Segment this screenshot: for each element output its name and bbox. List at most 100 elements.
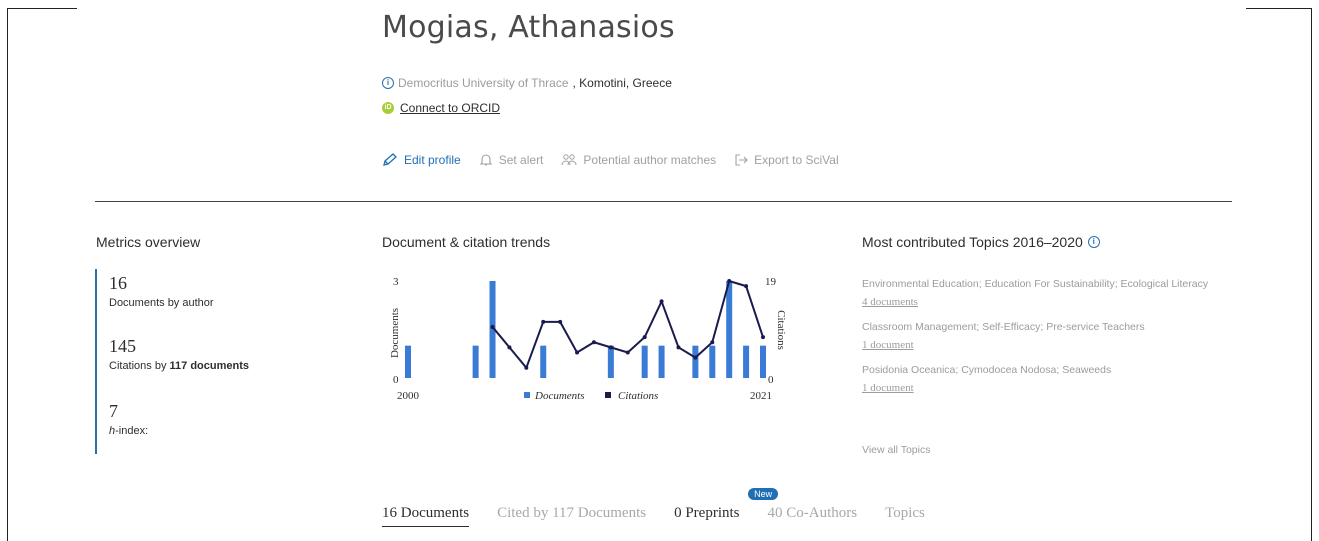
topic-document-count-link[interactable]: 1 document <box>862 382 1212 394</box>
topic-item: Classroom Management; Self-Efficacy; Pre… <box>862 320 1212 351</box>
y-right-tick-min: 0 <box>768 374 774 386</box>
citations-point-2016[interactable] <box>676 345 681 350</box>
university-link[interactable]: Democritus University of Thrace <box>398 76 569 90</box>
documents-bar-2021[interactable] <box>760 345 766 378</box>
y-left-tick-max: 3 <box>393 276 399 288</box>
documents-bar-2012[interactable] <box>607 345 614 378</box>
citations-point-2015[interactable] <box>659 299 664 304</box>
citations-point-2008[interactable] <box>541 319 546 324</box>
x-tick-first: 2000 <box>397 390 420 402</box>
export-scival-label: Export to SciVal <box>754 153 839 167</box>
documents-bar-2000[interactable] <box>405 345 411 378</box>
legend-documents-swatch <box>524 392 530 398</box>
citations-label: Citations by 117 documents <box>109 360 249 372</box>
metric-h-index[interactable]: 7 h-index: <box>109 401 148 437</box>
citations-point-2018[interactable] <box>710 340 715 345</box>
y-axis-label-documents: Documents <box>389 308 401 358</box>
citations-point-2011[interactable] <box>591 340 596 345</box>
tab-co-authors[interactable]: 40 Co-Authors <box>768 505 858 527</box>
edit-profile-label: Edit profile <box>404 153 461 167</box>
trends-title: Document & citation trends <box>382 234 551 250</box>
legend-citations-swatch <box>605 392 611 398</box>
metrics-overview: 16 Documents by author 145 Citations by … <box>95 269 287 454</box>
topic-name[interactable]: Posidonia Oceanica; Cymodocea Nodosa; Se… <box>862 363 1212 378</box>
documents-bar-2018[interactable] <box>709 345 716 378</box>
citations-point-2010[interactable] <box>575 350 580 355</box>
new-badge: New <box>748 488 779 500</box>
connect-orcid-link[interactable]: Connect to ORCID <box>400 101 500 115</box>
tab-cited-by[interactable]: Cited by 117 Documents <box>497 505 646 527</box>
set-alert-label: Set alert <box>498 153 544 167</box>
topics-title-text: Most contributed Topics 2016–2020 <box>862 234 1083 250</box>
orcid-icon: iD <box>382 102 394 114</box>
topic-name[interactable]: Classroom Management; Self-Efficacy; Pre… <box>862 320 1212 335</box>
topics-list: Environmental Education; Education For S… <box>862 277 1212 406</box>
documents-bar-2017[interactable] <box>692 345 699 378</box>
citations-count: 145 <box>109 336 136 356</box>
documents-bar-2014[interactable] <box>641 345 648 378</box>
tab-topics[interactable]: Topics <box>885 505 925 527</box>
y-left-tick-min: 0 <box>393 374 399 386</box>
metric-citations[interactable]: 145 Citations by 117 documents <box>109 336 249 372</box>
topic-document-count-link[interactable]: 1 document <box>862 339 1212 351</box>
tab-preprints[interactable]: 0 Preprints New <box>674 488 779 527</box>
bars-layer <box>405 281 766 378</box>
export-scival-button[interactable]: Export to SciVal <box>734 153 839 167</box>
citations-point-2005[interactable] <box>490 324 495 329</box>
citations-line <box>491 279 764 370</box>
documents-count: 16 <box>109 273 127 293</box>
citations-point-2020[interactable] <box>744 284 749 289</box>
potential-author-matches-button[interactable]: Potential author matches <box>561 153 716 167</box>
set-alert-button[interactable]: Set alert <box>479 153 544 167</box>
results-tabs: 16 Documents Cited by 117 Documents 0 Pr… <box>382 488 953 527</box>
citations-point-2012[interactable] <box>608 345 613 350</box>
documents-label: Documents by author <box>109 297 214 309</box>
citations-point-2007[interactable] <box>524 365 529 370</box>
metric-documents[interactable]: 16 Documents by author <box>109 273 214 309</box>
citations-point-2019[interactable] <box>727 279 732 283</box>
h-index-value: 7 <box>109 401 118 421</box>
h-index-label-rest: -index: <box>115 425 149 437</box>
info-icon[interactable]: i <box>1087 236 1100 248</box>
tab-documents[interactable]: 16 Documents <box>382 505 470 527</box>
citations-label-docs: 117 documents <box>169 360 250 372</box>
frame-right-border <box>1311 8 1312 541</box>
people-icon <box>561 154 577 166</box>
potential-author-matches-label: Potential author matches <box>583 153 717 167</box>
section-divider <box>95 201 1232 202</box>
pencil-icon <box>383 153 397 166</box>
topic-document-count-link[interactable]: 4 documents <box>862 296 1212 308</box>
orcid-row: iD Connect to ORCID <box>382 101 500 115</box>
documents-bar-2004[interactable] <box>472 345 479 378</box>
citations-point-2013[interactable] <box>625 350 630 355</box>
citations-point-2021[interactable] <box>761 335 765 340</box>
citations-point-2017[interactable] <box>693 355 698 360</box>
topic-item: Posidonia Oceanica; Cymodocea Nodosa; Se… <box>862 363 1212 394</box>
edit-profile-button[interactable]: Edit profile <box>382 153 461 167</box>
topic-item: Environmental Education; Education For S… <box>862 277 1212 308</box>
export-icon <box>735 154 748 166</box>
citations-label-prefix: Citations by <box>109 360 170 372</box>
metrics-overview-title: Metrics overview <box>96 234 201 250</box>
citations-point-2014[interactable] <box>642 335 647 340</box>
info-icon[interactable]: i <box>382 77 394 89</box>
documents-bar-2008[interactable] <box>540 345 547 378</box>
topic-name[interactable]: Environmental Education; Education For S… <box>862 277 1212 292</box>
frame-top-left-border <box>7 8 77 9</box>
documents-bar-2015[interactable] <box>658 345 665 378</box>
frame-top-right-border <box>1246 8 1312 9</box>
frame-left-border <box>7 8 8 541</box>
citations-point-2006[interactable] <box>507 345 512 350</box>
view-all-topics-link[interactable]: View all Topics <box>862 444 930 456</box>
y-axis-label-citations: Citations <box>775 310 787 350</box>
tab-preprints-label: 0 Preprints <box>674 505 740 521</box>
citations-point-2009[interactable] <box>558 319 563 324</box>
bell-icon <box>479 154 493 166</box>
documents-bar-2019[interactable] <box>726 281 733 378</box>
y-right-tick-max: 19 <box>765 276 777 288</box>
h-index-label: h-index: <box>109 425 148 437</box>
x-tick-last: 2021 <box>750 390 772 402</box>
topics-title: Most contributed Topics 2016–2020 i <box>862 234 1100 250</box>
documents-bar-2020[interactable] <box>743 345 750 378</box>
author-name: Mogias, Athanasios <box>382 10 675 45</box>
